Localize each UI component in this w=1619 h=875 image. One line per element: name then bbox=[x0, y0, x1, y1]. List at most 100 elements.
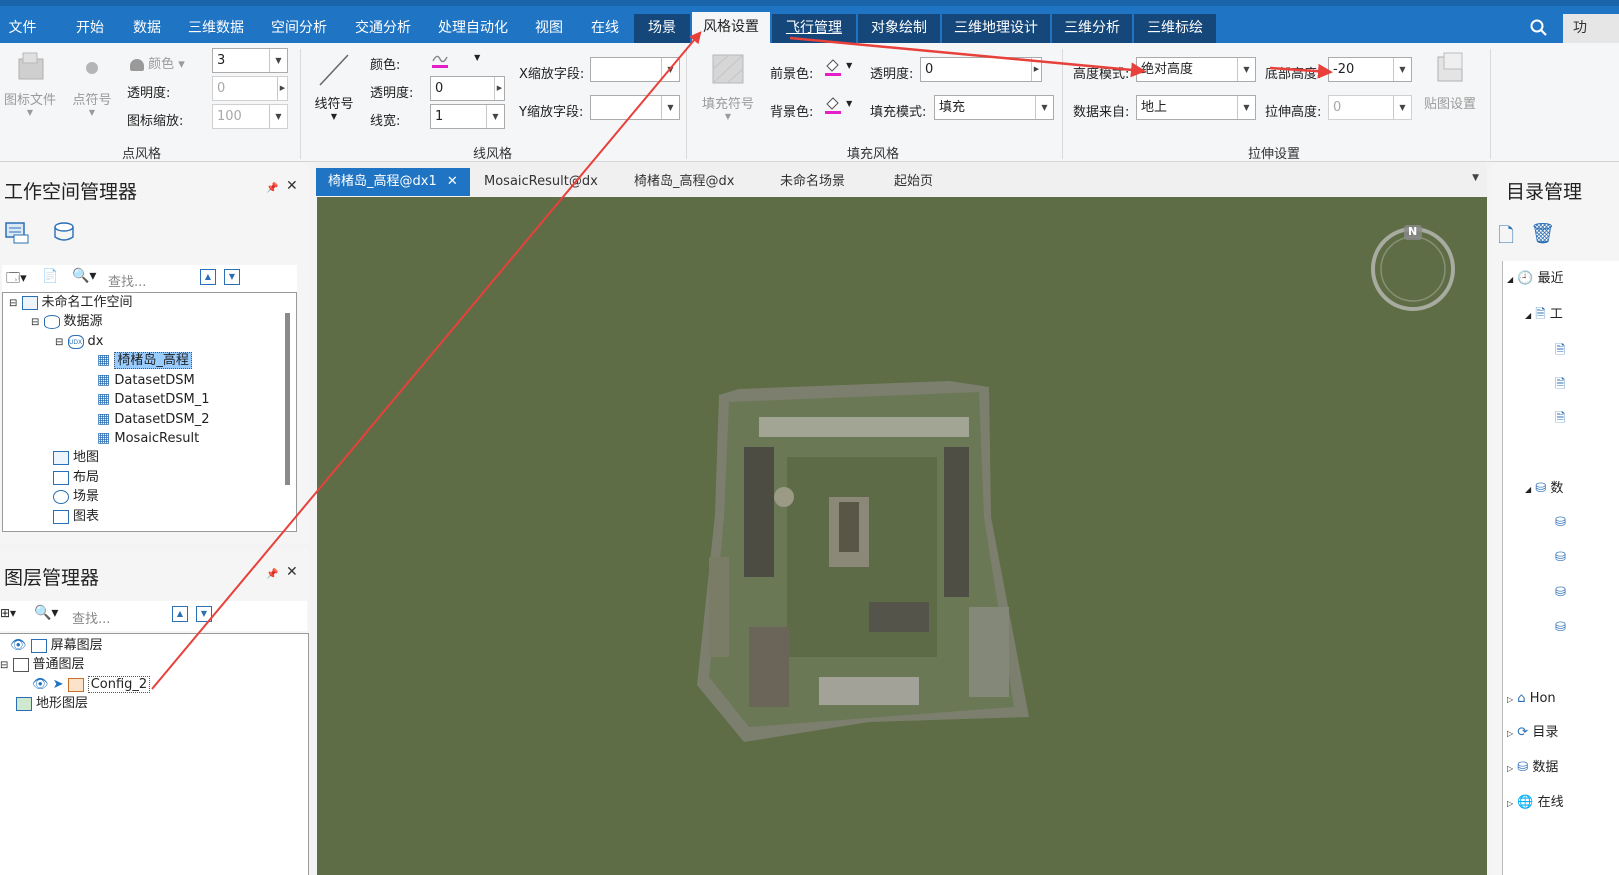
y-scale-field-select[interactable]: ▼ bbox=[590, 95, 680, 120]
arrow-down-icon[interactable]: ▼ bbox=[224, 269, 240, 285]
menu-3d-plot[interactable]: 三维标绘 bbox=[1134, 14, 1216, 43]
tree-terrain-layer[interactable]: 地形图层 bbox=[16, 694, 88, 713]
tree-dataset-dsm[interactable]: ▦ DatasetDSM bbox=[97, 371, 195, 390]
foreground-color-button[interactable]: ▼ bbox=[824, 57, 852, 81]
menu-file[interactable]: 文件 bbox=[0, 14, 45, 43]
data-from-select[interactable]: 地上 ▼ bbox=[1136, 95, 1256, 120]
menu-view[interactable]: 视图 bbox=[522, 14, 576, 43]
tree-screen-layer[interactable]: 👁 屏幕图层 bbox=[10, 636, 103, 655]
scene-viewport[interactable]: N bbox=[317, 197, 1487, 875]
catalog-workspace[interactable]: ◢ 🗎 工 bbox=[1525, 305, 1563, 324]
height-mode-select[interactable]: 绝对高度 ▼ bbox=[1136, 57, 1256, 82]
catalog-file-icon[interactable]: 🗎 bbox=[1555, 341, 1565, 360]
open-icon[interactable]: 📄 bbox=[42, 269, 58, 284]
catalog-database[interactable]: ▷ ⛁ 数据 bbox=[1507, 758, 1558, 777]
point-transparency-input[interactable]: 0 ▶ bbox=[212, 76, 288, 101]
pin-icon[interactable]: 📌 bbox=[266, 569, 278, 580]
close-icon[interactable]: ✕ bbox=[286, 564, 298, 580]
catalog-db-icon[interactable]: ⛁ bbox=[1555, 583, 1566, 602]
menu-scene[interactable]: 场景 bbox=[634, 14, 690, 43]
tabs-overflow-icon[interactable]: ▼ bbox=[1472, 173, 1479, 183]
tab-untitled-scene[interactable]: 未命名场景 bbox=[780, 168, 845, 196]
tree-layouts[interactable]: 布局 bbox=[53, 468, 99, 487]
point-color-button[interactable]: 颜色 ▾ bbox=[130, 53, 185, 72]
tab-elevation-dx[interactable]: 椅楮岛_高程@dx bbox=[634, 168, 734, 196]
catalog-recent[interactable]: ◢ 🕘 最近 bbox=[1507, 269, 1564, 288]
close-icon[interactable]: ✕ bbox=[286, 178, 298, 194]
tab-elevation-dx1[interactable]: 椅楮岛_高程@dx1 ✕ bbox=[316, 168, 470, 196]
menu-online[interactable]: 在线 bbox=[578, 14, 632, 43]
texture-settings-button[interactable]: 贴图设置 bbox=[1420, 49, 1480, 112]
view-toggle-icon[interactable]: 🗔▾ bbox=[6, 269, 27, 291]
tree-workspace[interactable]: ⊟ 未命名工作空间 bbox=[9, 293, 133, 312]
tree-maps[interactable]: 地图 bbox=[53, 448, 99, 467]
menu-style-settings[interactable]: 风格设置 bbox=[692, 12, 770, 43]
menu-3d-geo-design[interactable]: 三维地理设计 bbox=[942, 14, 1050, 43]
tab-start-page[interactable]: 起始页 bbox=[894, 168, 933, 196]
x-scale-field-select[interactable]: ▼ bbox=[590, 57, 680, 82]
catalog-db-icon[interactable]: ⛁ bbox=[1555, 548, 1566, 567]
catalog-directory[interactable]: ▷ ⟳ 目录 bbox=[1507, 723, 1558, 742]
tree-charts[interactable]: 图表 bbox=[53, 507, 99, 526]
tree-datasources[interactable]: ⊟ 数据源 bbox=[31, 312, 103, 331]
search-icon[interactable] bbox=[1529, 18, 1549, 38]
menu-3d-data[interactable]: 三维数据 bbox=[176, 14, 256, 43]
delete-icon[interactable]: 🗑 bbox=[1530, 221, 1555, 245]
catalog-datasources[interactable]: ◢ ⛁ 数 bbox=[1525, 479, 1563, 498]
fill-symbol-button[interactable]: 填充符号 ▼ bbox=[696, 49, 760, 121]
point-symbol-button[interactable]: 点符号 ▼ bbox=[66, 49, 118, 117]
bottom-height-select[interactable]: -20 ▼ bbox=[1328, 57, 1412, 82]
tree-dataset-dsm-1[interactable]: ▦ DatasetDSM_1 bbox=[97, 390, 210, 409]
background-color-button[interactable]: ▼ bbox=[824, 95, 852, 119]
tab-mosaic[interactable]: MosaicResult@dx bbox=[484, 168, 598, 196]
tree-datasource-dx[interactable]: ⊟ UDX dx bbox=[55, 332, 103, 351]
catalog-home[interactable]: ▷ ⌂ Hon bbox=[1507, 689, 1556, 708]
datasource-stack-icon[interactable] bbox=[50, 219, 76, 245]
layer-search-input[interactable]: 查找... bbox=[72, 608, 110, 627]
eye-icon[interactable]: 👁 bbox=[32, 677, 49, 692]
point-size-select[interactable]: 3 ▼ bbox=[212, 48, 288, 73]
arrow-up-icon[interactable]: ▲ bbox=[200, 269, 216, 285]
tree-dataset-dsm-2[interactable]: ▦ DatasetDSM_2 bbox=[97, 410, 210, 429]
line-color-button[interactable]: ▼ bbox=[430, 49, 480, 73]
line-width-select[interactable]: 1 ▼ bbox=[430, 104, 505, 129]
menu-automation[interactable]: 处理自动化 bbox=[426, 14, 520, 43]
arrow-up-icon[interactable]: ▲ bbox=[172, 606, 188, 622]
tree-dataset-mosaic[interactable]: ▦ MosaicResult bbox=[97, 429, 199, 448]
fill-transparency-input[interactable]: 0 ▶ bbox=[920, 57, 1042, 82]
menu-start[interactable]: 开始 bbox=[62, 14, 118, 43]
catalog-db-icon[interactable]: ⛁ bbox=[1555, 513, 1566, 532]
tree-config-layer[interactable]: 👁 ➤ Config_2 bbox=[32, 675, 151, 694]
catalog-db-icon[interactable]: ⛁ bbox=[1555, 618, 1566, 637]
compass-icon[interactable] bbox=[1369, 225, 1457, 313]
select-arrow-icon[interactable]: ➤ bbox=[53, 677, 64, 692]
fill-mode-select[interactable]: 填充 ▼ bbox=[934, 95, 1054, 120]
extrude-height-select[interactable]: 0 ▼ bbox=[1328, 95, 1412, 120]
line-transparency-input[interactable]: 0 ▶ bbox=[430, 76, 505, 101]
line-symbol-button[interactable]: 线符号 ▼ bbox=[308, 49, 360, 121]
search-icon[interactable]: 🔍▾ bbox=[72, 268, 96, 284]
icon-file-button[interactable]: 图标文件 ▼ bbox=[0, 49, 60, 117]
workspace-search-input[interactable]: 查找... bbox=[108, 271, 146, 290]
arrow-down-icon[interactable]: ▼ bbox=[196, 606, 212, 622]
menu-object-draw[interactable]: 对象绘制 bbox=[858, 14, 940, 43]
menu-traffic-analysis[interactable]: 交通分析 bbox=[342, 14, 424, 43]
search-icon[interactable]: 🔍▾ bbox=[34, 605, 58, 621]
catalog-file-icon[interactable]: 🗎 bbox=[1555, 375, 1565, 394]
menu-flight[interactable]: 飞行管理 bbox=[772, 14, 856, 43]
eye-icon[interactable]: 👁 bbox=[10, 638, 27, 653]
tree-dataset-elevation[interactable]: ▦ 椅楮岛_高程 bbox=[97, 351, 192, 370]
catalog-file-icon[interactable]: 🗎 bbox=[1555, 409, 1565, 428]
pin-icon[interactable]: 📌 bbox=[266, 183, 278, 194]
icon-scale-select[interactable]: 100 ▼ bbox=[212, 104, 288, 129]
tree-scenes[interactable]: 场景 bbox=[53, 487, 99, 506]
tree-normal-layer[interactable]: ⊟ 普通图层 bbox=[0, 655, 85, 674]
menu-3d-analysis[interactable]: 三维分析 bbox=[1052, 14, 1132, 43]
menu-data[interactable]: 数据 bbox=[120, 14, 174, 43]
new-folder-icon[interactable]: 🗋 bbox=[1498, 221, 1514, 255]
close-icon[interactable]: ✕ bbox=[447, 174, 458, 189]
function-search-box[interactable]: 功 bbox=[1563, 14, 1619, 43]
catalog-online[interactable]: ▷ 🌐 在线 bbox=[1507, 793, 1564, 812]
scrollbar-thumb[interactable] bbox=[285, 313, 290, 485]
workspace-tree-icon[interactable] bbox=[4, 219, 30, 245]
